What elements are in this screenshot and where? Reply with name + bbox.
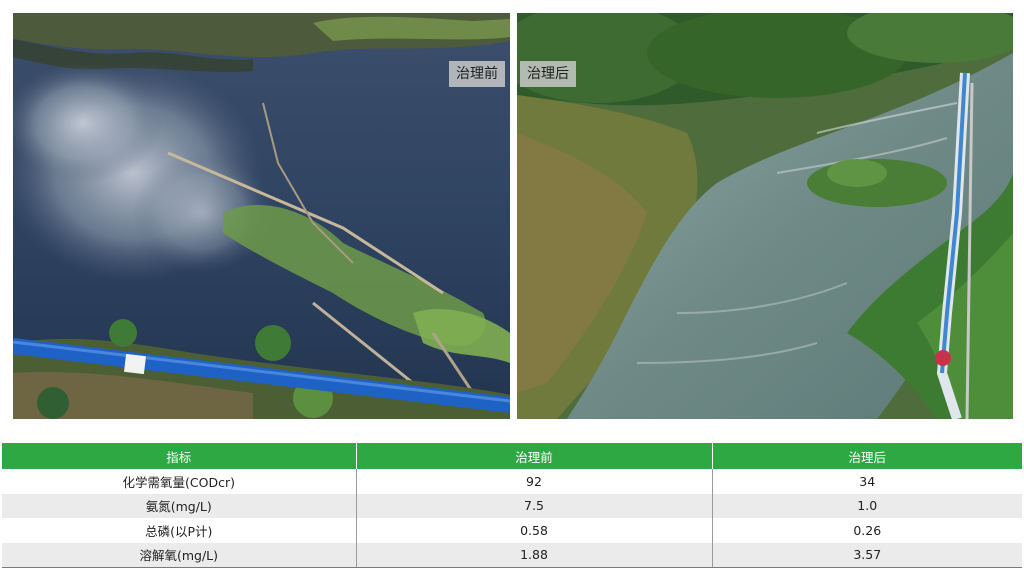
indicator-cell: 氨氮(mg/L) xyxy=(2,493,356,518)
table-row: 化学需氧量(CODcr) 92 34 xyxy=(2,469,1022,494)
table-row: 总磷(以P计) 0.58 0.26 xyxy=(2,518,1022,543)
water-quality-table: 指标 治理前 治理后 化学需氧量(CODcr) 92 34 氨氮(mg/L) 7… xyxy=(2,443,1022,568)
table-row: 溶解氧(mg/L) 1.88 3.57 xyxy=(2,542,1022,568)
header-indicator: 指标 xyxy=(2,443,356,469)
before-value-cell: 7.5 xyxy=(355,493,712,518)
after-treatment-photo: 治理后 xyxy=(517,13,1013,419)
after-caption: 治理后 xyxy=(520,61,576,87)
table-header-row: 指标 治理前 治理后 xyxy=(2,443,1022,469)
after-value-cell: 0.26 xyxy=(711,518,1022,543)
before-value-cell: 0.58 xyxy=(355,518,712,543)
header-after: 治理后 xyxy=(711,443,1022,469)
before-value-cell: 92 xyxy=(355,469,712,494)
after-value-cell: 34 xyxy=(711,469,1022,494)
after-value-cell: 3.57 xyxy=(711,542,1022,568)
before-treatment-photo: 治理前 xyxy=(13,13,510,419)
indicator-cell: 总磷(以P计) xyxy=(2,518,356,543)
table-row: 氨氮(mg/L) 7.5 1.0 xyxy=(2,493,1022,518)
before-caption: 治理前 xyxy=(449,61,505,87)
before-photo-illustration xyxy=(13,13,510,419)
after-photo-illustration xyxy=(517,13,1013,419)
indicator-cell: 化学需氧量(CODcr) xyxy=(2,469,356,494)
before-value-cell: 1.88 xyxy=(355,542,712,568)
header-before: 治理前 xyxy=(355,443,712,469)
after-value-cell: 1.0 xyxy=(711,493,1022,518)
indicator-cell: 溶解氧(mg/L) xyxy=(2,542,356,568)
